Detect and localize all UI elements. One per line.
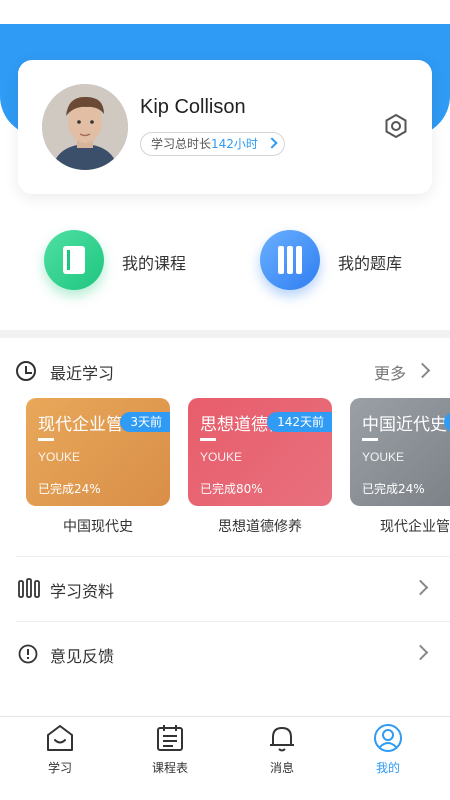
- tab-study[interactable]: 学习: [20, 723, 100, 785]
- course-card[interactable]: 思想道德修养 YOUKE 已完成80% 142天前: [188, 398, 332, 506]
- study-materials-label: 学习资料: [50, 582, 115, 601]
- course-card[interactable]: 现代企业管理 YOUKE 已完成24% 3天前: [26, 398, 170, 506]
- course-card-subtitle: YOUKE: [362, 450, 405, 464]
- tab-schedule-label: 课程表: [151, 761, 188, 775]
- avatar[interactable]: [42, 84, 128, 170]
- question-bank-label: 我的题库: [338, 254, 403, 273]
- study-hours: 142小时: [211, 137, 258, 151]
- divider: [200, 438, 216, 441]
- course-card-progress: 已完成80%: [200, 482, 263, 496]
- book-icon: [44, 230, 104, 290]
- tab-messages[interactable]: 消息: [242, 723, 322, 785]
- divider: [362, 438, 378, 441]
- bottom-tab-bar: 学习 课程表 消息 我的: [0, 716, 450, 800]
- course-card-progress: 已完成24%: [38, 482, 101, 496]
- course-card-title: 中国近代史: [362, 415, 447, 435]
- course-name: 思想道德修养: [218, 519, 302, 535]
- study-duration-pill[interactable]: 学习总时长142小时: [140, 132, 285, 156]
- clock-icon: [16, 361, 36, 381]
- tab-mine-label: 我的: [375, 761, 400, 775]
- divider: [38, 438, 54, 441]
- calendar-icon: [157, 725, 183, 751]
- time-badge: 3天前: [120, 412, 170, 432]
- settings-icon[interactable]: [382, 112, 410, 140]
- course-card-subtitle: YOUKE: [38, 450, 81, 464]
- home-icon: [47, 725, 73, 751]
- feedback-row[interactable]: 意见反馈: [16, 623, 434, 685]
- tab-mine[interactable]: 我的: [348, 723, 428, 785]
- divider: [16, 621, 450, 622]
- more-link[interactable]: 更多: [374, 360, 406, 384]
- tab-schedule[interactable]: 课程表: [130, 723, 210, 785]
- course-name: 现代企业管理: [380, 519, 450, 535]
- course-card-subtitle: YOUKE: [200, 450, 243, 464]
- study-materials-row[interactable]: 学习资料: [16, 558, 434, 620]
- study-duration-label: 学习总时长: [151, 137, 212, 151]
- course-card[interactable]: 中国近代史 YOUKE 已完成24%: [350, 398, 450, 506]
- recent-study-title: 最近学习: [50, 364, 115, 383]
- username: Kip Collison: [140, 96, 246, 118]
- chevron-right-icon[interactable]: [414, 362, 431, 379]
- chevron-right-icon: [412, 579, 429, 596]
- tab-study-label: 学习: [47, 761, 72, 775]
- chevron-right-icon: [266, 137, 278, 149]
- section-divider: [0, 330, 450, 338]
- user-icon: [374, 724, 402, 752]
- bell-icon: [270, 727, 294, 752]
- feedback-label: 意见反馈: [50, 647, 115, 666]
- bars-icon: [18, 578, 40, 602]
- course-card-progress: 已完成24%: [362, 482, 425, 496]
- recent-study-header: 最近学习 更多: [16, 358, 434, 384]
- tab-messages-label: 消息: [269, 761, 294, 775]
- chevron-right-icon: [412, 644, 429, 661]
- books-icon: [260, 230, 320, 290]
- divider: [16, 556, 450, 557]
- profile-card: Kip Collison 学习总时长142小时: [18, 60, 432, 194]
- time-badge: 142天前: [267, 412, 332, 432]
- course-name: 中国现代史: [63, 519, 133, 535]
- my-courses-label: 我的课程: [122, 254, 187, 273]
- info-icon: [18, 644, 38, 668]
